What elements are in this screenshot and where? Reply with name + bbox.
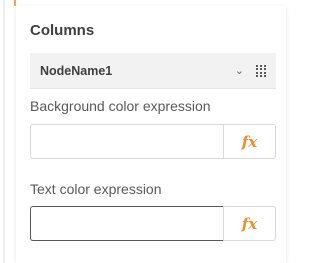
- background-color-input[interactable]: [30, 124, 223, 159]
- section-title: Columns: [30, 22, 95, 39]
- text-color-fx-button[interactable]: fx: [223, 206, 276, 241]
- text-color-input[interactable]: [30, 206, 223, 241]
- chevron-down-icon[interactable]: ⌄: [235, 64, 244, 77]
- column-item-label: NodeName1: [40, 63, 113, 78]
- background-color-fx-button[interactable]: fx: [223, 124, 276, 159]
- background-color-field: fx: [30, 124, 276, 159]
- text-color-field: fx: [30, 206, 276, 241]
- text-color-label: Text color expression: [30, 181, 162, 197]
- properties-panel: Columns NodeName1 ⌄ Background color exp…: [16, 6, 286, 263]
- background-color-label: Background color expression: [30, 98, 211, 114]
- drag-handle-icon[interactable]: [256, 64, 268, 77]
- column-item-nodename1[interactable]: NodeName1 ⌄: [30, 53, 276, 89]
- left-divider: [3, 0, 5, 263]
